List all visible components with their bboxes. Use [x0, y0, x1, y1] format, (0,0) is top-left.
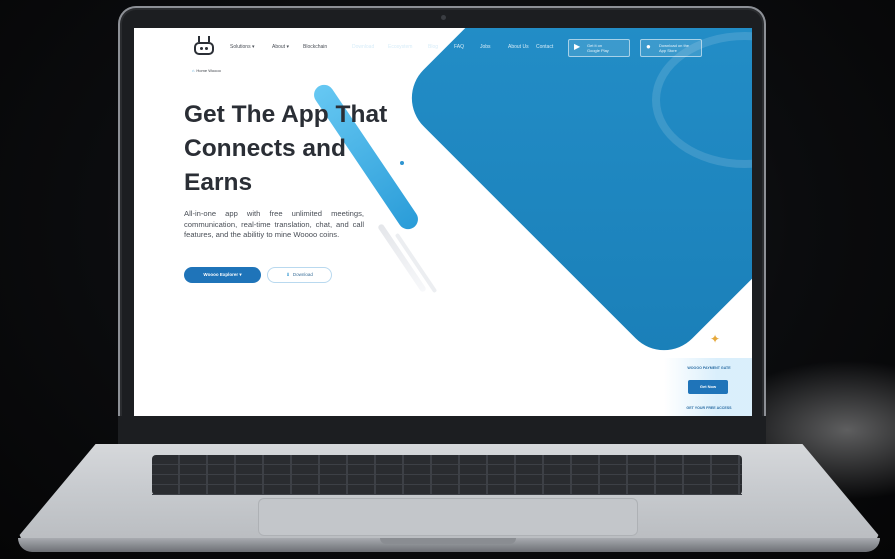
laptop-notch — [380, 538, 516, 544]
apple-icon: ● — [646, 42, 651, 51]
nav-item-blog[interactable]: Blog — [428, 44, 438, 50]
nav-item-download[interactable]: Download — [352, 44, 374, 50]
woooo-explorer-button[interactable]: Woooo Explorer ▾ — [184, 267, 261, 283]
breadcrumb-label: Home Woooo — [196, 68, 221, 73]
logo-eye — [200, 47, 203, 50]
download-icon: ⬇ — [286, 272, 290, 277]
nav-item-ecosystem[interactable]: Ecosystem — [388, 44, 412, 50]
promo-subtitle: GET YOUR FREE ACCESS — [686, 406, 732, 410]
play-icon: ▶ — [574, 42, 581, 51]
nav-item-jobs[interactable]: Jobs — [480, 44, 491, 50]
store-label-main: Google Play — [587, 48, 609, 53]
nav-item-about-us[interactable]: About Us — [508, 44, 529, 50]
hero-title: Get The App That Connects and Earns — [184, 98, 424, 200]
laptop-trackpad — [258, 498, 638, 536]
laptop-scene: Solutions ▾ About ▾ Blockchain Download … — [0, 0, 895, 559]
laptop-bezel — [118, 416, 766, 448]
sparkle-icon: ✦ — [710, 332, 721, 346]
nav-item-contact[interactable]: Contact — [536, 44, 553, 50]
home-icon: ⌂ — [192, 68, 195, 73]
nav-item-blockchain[interactable]: Blockchain — [303, 44, 327, 50]
store-label-main: App Store — [659, 48, 677, 53]
webcam — [441, 15, 446, 20]
payment-gate-promo: ✦ WOOOO PAYMENT GATE Get Now GET YOUR FR… — [664, 328, 752, 416]
google-play-button[interactable]: ▶ Get it on Google Play — [568, 39, 630, 57]
nav-item-faq[interactable]: FAQ — [454, 44, 464, 50]
laptop-keyboard — [152, 455, 742, 495]
logo-eye — [205, 47, 208, 50]
nav-item-about[interactable]: About ▾ — [272, 44, 289, 50]
promo-title: WOOOO PAYMENT GATE — [687, 366, 731, 370]
hero-description: All-in-one app with free unlimited meeti… — [184, 209, 364, 239]
app-store-button[interactable]: ● Download on the App Store — [640, 39, 702, 57]
site-navbar: Solutions ▾ About ▾ Blockchain Download … — [134, 28, 752, 68]
laptop-screen: Solutions ▾ About ▾ Blockchain Download … — [134, 28, 752, 416]
decorative-streak-light — [377, 223, 427, 293]
woooo-logo[interactable] — [194, 36, 216, 60]
hero-title-line: Earns — [184, 169, 253, 196]
nav-item-solutions[interactable]: Solutions ▾ — [230, 44, 254, 50]
hero-title-line: Get The App That — [184, 101, 388, 128]
get-now-button[interactable]: Get Now — [688, 380, 728, 394]
hero-title-line: Connects and — [184, 135, 346, 162]
download-button[interactable]: ⬇ Download — [267, 267, 332, 283]
breadcrumb[interactable]: ⌂ Home Woooo — [192, 68, 221, 73]
robot-head-icon — [194, 42, 214, 55]
